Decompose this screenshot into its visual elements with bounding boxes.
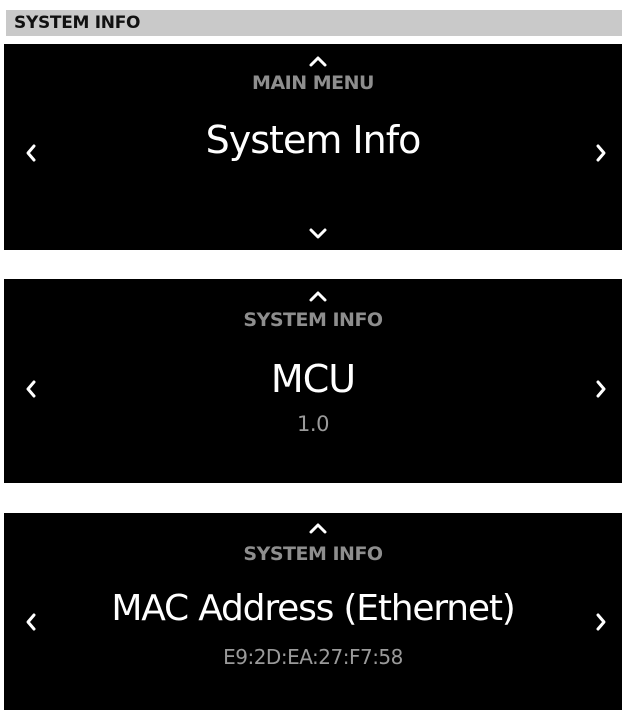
chevron-up-icon[interactable]	[307, 289, 329, 303]
menu-label: MAIN MENU	[252, 72, 374, 94]
info-item-title: MAC Address (Ethernet)	[111, 588, 515, 629]
chevron-up-icon[interactable]	[307, 521, 329, 535]
menu-item-title[interactable]: System Info	[4, 118, 622, 162]
device-screen-main-menu: MAIN MENU System Info	[4, 44, 622, 250]
device-screen-mac-address: SYSTEM INFO MAC Address (Ethernet) E9:2D…	[4, 513, 622, 710]
chevron-right-icon[interactable]	[594, 142, 608, 164]
menu-label: SYSTEM INFO	[243, 309, 383, 331]
info-item-value: 1.0	[297, 412, 329, 436]
section-header: SYSTEM INFO	[6, 10, 622, 36]
menu-label: SYSTEM INFO	[243, 543, 383, 565]
chevron-up-icon[interactable]	[307, 54, 329, 68]
info-item-value: E9:2D:EA:27:F7:58	[223, 645, 403, 669]
device-screen-mcu: SYSTEM INFO MCU 1.0	[4, 279, 622, 483]
chevron-right-icon[interactable]	[594, 611, 608, 633]
section-title: SYSTEM INFO	[14, 13, 141, 33]
info-item-title: MCU	[270, 357, 356, 401]
chevron-down-icon[interactable]	[307, 227, 329, 241]
page: SYSTEM INFO MAIN MENU System Info SYSTEM…	[0, 0, 623, 710]
chevron-right-icon[interactable]	[594, 378, 608, 400]
